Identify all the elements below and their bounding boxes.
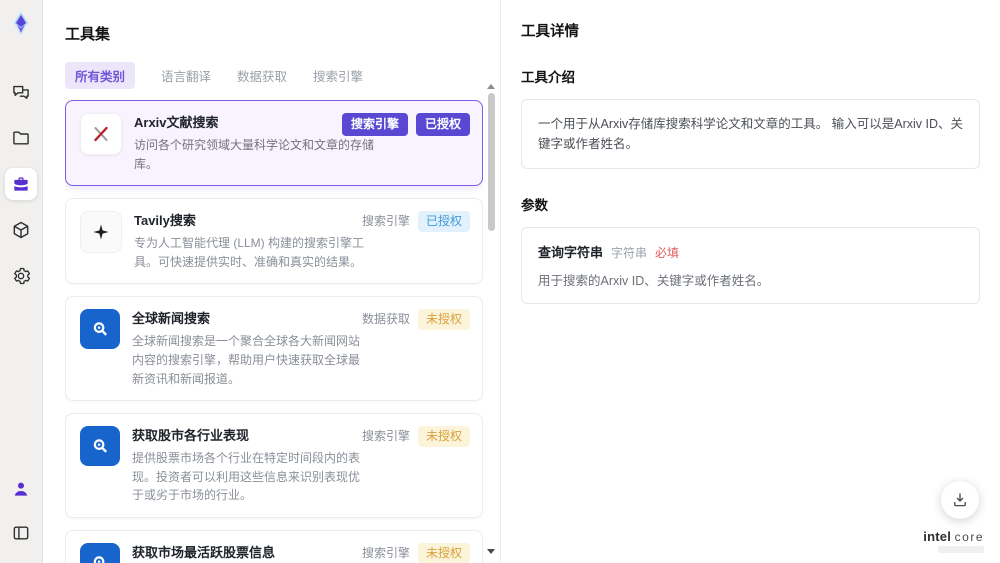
intel-wordmark: intel bbox=[923, 528, 952, 544]
active-stocks-search-icon bbox=[80, 542, 120, 563]
tool-category-badge: 搜索引擎 bbox=[341, 113, 408, 136]
tool-card[interactable]: Arxiv文献搜索 访问各个研究领域大量科学论文和文章的存储库。 搜索引擎 已授权 bbox=[65, 100, 483, 187]
param-name: 查询字符串 bbox=[538, 245, 604, 260]
tool-category-badge: 数据获取 bbox=[361, 312, 410, 327]
intro-section-title: 工具介绍 bbox=[521, 70, 575, 85]
toolbox-icon[interactable] bbox=[5, 168, 37, 200]
category-tab[interactable]: 语言翻译 bbox=[161, 62, 211, 89]
tool-category-badge: 搜索引擎 bbox=[361, 545, 410, 560]
category-tabs: 所有类别 语言翻译 数据获取 搜索引擎 bbox=[65, 62, 500, 89]
intel-core-logo: intel core bbox=[923, 528, 984, 553]
cube-icon[interactable] bbox=[5, 214, 37, 246]
arxiv-logo-icon bbox=[80, 113, 122, 155]
params-section-title: 参数 bbox=[521, 198, 548, 213]
page-title: 工具集 bbox=[65, 26, 111, 43]
tool-auth-status-badge: 已授权 bbox=[417, 211, 470, 233]
tool-category-badge: 搜索引擎 bbox=[361, 429, 410, 444]
scroll-up-arrow[interactable] bbox=[487, 84, 495, 89]
tool-detail-panel: 工具详情 工具介绍 一个用于从Arxiv存储库搜索科学论文和文章的工具。 输入可… bbox=[501, 0, 1000, 563]
left-icon-rail bbox=[0, 0, 43, 563]
scroll-down-arrow[interactable] bbox=[487, 549, 495, 554]
category-tab[interactable]: 所有类别 bbox=[65, 62, 136, 89]
tool-list: Arxiv文献搜索 访问各个研究领域大量科学论文和文章的存储库。 搜索引擎 已授权 Ta… bbox=[65, 100, 483, 563]
folder-icon[interactable] bbox=[5, 122, 37, 154]
tool-card[interactable]: 全球新闻搜索 全球新闻搜索是一个聚合全球各大新闻网站内容的搜索引擎，帮助用户快速获… bbox=[65, 296, 483, 402]
param-required-badge: 必填 bbox=[655, 246, 680, 260]
tool-auth-status-badge: 已授权 bbox=[415, 113, 470, 136]
gear-icon[interactable] bbox=[5, 260, 37, 292]
app-logo bbox=[7, 10, 35, 38]
tool-desc: 全球新闻搜索是一个聚合全球各大新闻网站内容的搜索引擎，帮助用户快速获取全球最新资… bbox=[132, 334, 361, 386]
tool-desc: 提供股票市场各个行业在特定时间段内的表现。投资者可以利用这些信息来识别表现优于或… bbox=[132, 451, 361, 503]
stock-sector-search-icon bbox=[80, 426, 120, 467]
param-type: 字符串 bbox=[611, 246, 648, 260]
tool-auth-status-badge: 未授权 bbox=[417, 426, 470, 448]
scrollbar-thumb[interactable] bbox=[487, 93, 495, 231]
tool-desc: 专为人工智能代理 (LLM) 构建的搜索引擎工具。可快速提供实时、准确和真实的结… bbox=[134, 236, 365, 269]
tool-list-panel: 工具集 所有类别 语言翻译 数据获取 搜索引擎 Arxiv文献搜索 访问各个研究领域大量… bbox=[42, 0, 500, 563]
tool-category-badge: 搜索引擎 bbox=[361, 214, 410, 229]
tool-card[interactable]: Tavily搜索 专为人工智能代理 (LLM) 构建的搜索引擎工具。可快速提供实时… bbox=[65, 198, 483, 285]
chat-icon[interactable] bbox=[5, 76, 37, 108]
param-desc: 用于搜索的Arxiv ID、关键字或作者姓名。 bbox=[538, 274, 770, 288]
brand-subtext bbox=[938, 546, 984, 553]
tool-card[interactable]: 获取股市各行业表现 提供股票市场各个行业在特定时间段内的表现。投资者可以利用这些信… bbox=[65, 413, 483, 518]
user-icon[interactable] bbox=[5, 473, 37, 505]
download-icon bbox=[954, 493, 966, 507]
param-box: 查询字符串 字符串 必填 用于搜索的Arxiv ID、关键字或作者姓名。 bbox=[521, 227, 980, 304]
tool-card[interactable]: 获取市场最活跃股票信息提供当天交易量最高的股票列表。投资者可以利用这些信息来识别… bbox=[65, 529, 483, 563]
category-tab[interactable]: 数据获取 bbox=[237, 62, 287, 89]
list-scrollbar[interactable] bbox=[485, 84, 497, 554]
category-tab[interactable]: 搜索引擎 bbox=[313, 62, 363, 89]
tavily-sparkle-icon bbox=[80, 211, 122, 254]
intro-text: 一个用于从Arxiv存储库搜索科学论文和文章的工具。 输入可以是Arxiv ID… bbox=[538, 117, 964, 151]
intro-box: 一个用于从Arxiv存储库搜索科学论文和文章的工具。 输入可以是Arxiv ID… bbox=[521, 99, 980, 169]
tool-desc: 访问各个研究领域大量科学论文和文章的存储库。 bbox=[134, 138, 375, 171]
panel-toggle-icon[interactable] bbox=[5, 517, 37, 549]
global-news-search-icon bbox=[80, 309, 120, 350]
detail-title: 工具详情 bbox=[521, 24, 579, 40]
tool-auth-status-badge: 未授权 bbox=[417, 542, 470, 563]
download-button[interactable] bbox=[941, 481, 979, 519]
tool-auth-status-badge: 未授权 bbox=[417, 309, 470, 331]
core-wordmark: core bbox=[954, 529, 984, 544]
